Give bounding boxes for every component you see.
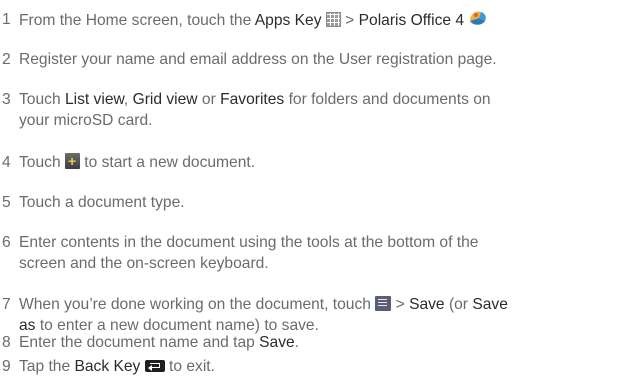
text-run: , — [123, 91, 133, 108]
text-run: Tap the — [19, 358, 75, 375]
step-text: Enter contents in the document using the… — [19, 232, 626, 274]
step-text: From the Home screen, touch the Apps Key… — [19, 9, 626, 31]
list-view-label: List view — [64, 91, 124, 108]
text-run: Enter the document name and tap — [19, 334, 260, 351]
back-key-icon — [144, 360, 165, 372]
polaris-office-label: Polaris Office 4 — [358, 12, 465, 29]
new-document-icon — [64, 151, 80, 172]
step-text: Touch to start a new document. — [19, 151, 626, 173]
step-text: Touch a document type. — [19, 194, 185, 211]
text-run: > — [340, 12, 359, 29]
text-run: your microSD card. — [19, 112, 153, 129]
text-run: screen and the on-screen keyboard. — [19, 255, 269, 272]
text-run: to exit. — [164, 358, 215, 375]
text-run: . — [294, 334, 300, 351]
step-number: 3 — [2, 91, 11, 108]
text-run: for folders and documents on — [284, 91, 491, 108]
text-run: Touch — [19, 91, 65, 108]
step-number: 4 — [2, 154, 11, 171]
text-run: (or — [444, 296, 473, 313]
step-number: 7 — [2, 296, 11, 313]
text-run: Enter contents in the document using the… — [19, 234, 479, 251]
polaris-office-icon — [468, 9, 488, 27]
favorites-label: Favorites — [220, 91, 285, 108]
text-run: Touch — [19, 154, 65, 171]
step-number: 2 — [2, 51, 11, 68]
save-as-label: Save — [472, 296, 508, 313]
grid-view-label: Grid view — [132, 91, 198, 108]
text-run: > — [391, 296, 410, 313]
step-text: Enter the document name and tap Save. — [19, 332, 626, 353]
step-number: 6 — [2, 234, 11, 251]
step-number: 8 — [2, 334, 11, 351]
step-number: 1 — [2, 11, 11, 28]
text-run: When you’re done working on the document… — [19, 296, 376, 313]
menu-icon — [375, 296, 392, 311]
step-number: 5 — [2, 194, 11, 211]
apps-grid-icon — [325, 12, 341, 27]
text-run: or — [197, 91, 221, 108]
step-text: When you’re done working on the document… — [19, 294, 626, 336]
save-label: Save — [409, 296, 445, 313]
text-run: to start a new document. — [79, 154, 256, 171]
step-text: Touch List view, Grid view or Favorites … — [19, 89, 626, 131]
step-text: Tap the Back Key to exit. — [19, 356, 626, 377]
save-label: Save — [259, 334, 295, 351]
text-run: From the Home screen, touch the — [19, 12, 255, 29]
step-number: 9 — [2, 358, 11, 375]
back-key-label: Back Key — [74, 358, 141, 375]
step-text: Register your name and email address on … — [19, 51, 497, 68]
apps-key-label: Apps Key — [254, 12, 322, 29]
